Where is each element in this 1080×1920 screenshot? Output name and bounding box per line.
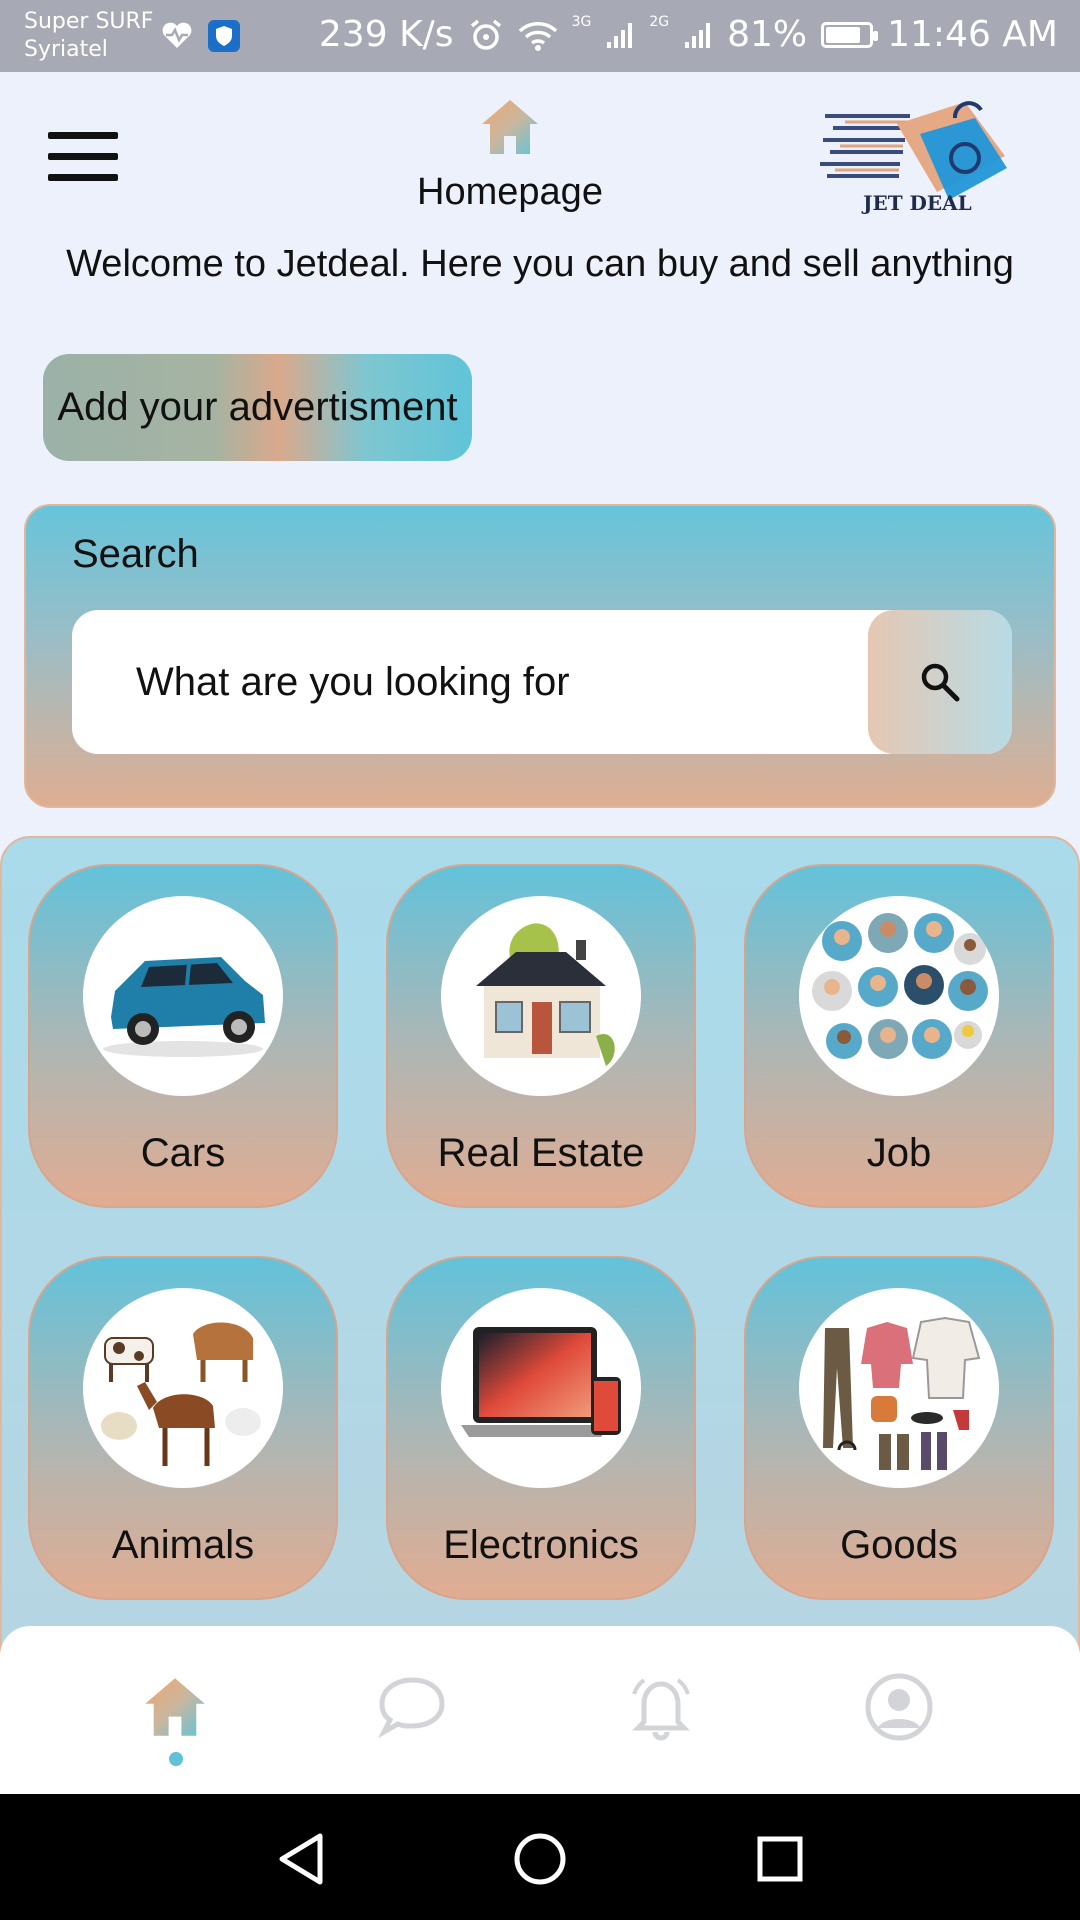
- search-placeholder: What are you looking for: [136, 660, 570, 704]
- health-icon: [162, 22, 192, 48]
- back-button[interactable]: [266, 1824, 336, 1894]
- category-name: Electronics: [443, 1523, 639, 1567]
- category-electronics[interactable]: Electronics: [386, 1256, 696, 1600]
- search-input[interactable]: What are you looking for: [72, 610, 1012, 754]
- home-button[interactable]: [505, 1824, 575, 1894]
- bottom-navigation: [0, 1626, 1080, 1794]
- nav-home[interactable]: [130, 1662, 220, 1752]
- status-bar: Super SURF Syriatel 239 K/s 3G 2G 81% 11…: [0, 0, 1080, 72]
- category-name: Job: [866, 1131, 932, 1175]
- signal-icon-2: [685, 22, 711, 48]
- alarm-icon: [470, 19, 501, 50]
- category-animals[interactable]: Animals: [28, 1256, 338, 1600]
- menu-button[interactable]: [48, 132, 118, 182]
- back-icon: [279, 1833, 323, 1885]
- welcome-text: Welcome to Jetdeal. Here you can buy and…: [66, 243, 1014, 285]
- home-icon: [145, 1678, 205, 1736]
- menu-bar: [48, 153, 118, 160]
- menu-bar: [48, 174, 118, 181]
- search-icon: [921, 663, 960, 702]
- search-label: Search: [72, 532, 199, 576]
- battery-percent: 81%: [727, 14, 808, 55]
- square-recents-icon: [757, 1836, 803, 1882]
- jetdeal-logo: JET DEAL: [815, 96, 1015, 221]
- clothing-image: [799, 1288, 999, 1488]
- search-button[interactable]: [868, 610, 1012, 754]
- wifi-icon: [518, 21, 557, 51]
- battery-icon: [821, 21, 879, 48]
- recents-button[interactable]: [745, 1824, 815, 1894]
- nav-notifications[interactable]: [616, 1662, 706, 1752]
- search-card: Search What are you looking for: [24, 504, 1056, 808]
- chat-icon: [378, 1677, 445, 1738]
- category-cars[interactable]: Cars: [28, 864, 338, 1208]
- battery-fill: [826, 26, 860, 43]
- carrier-line-1: Super SURF: [24, 9, 154, 34]
- network-speed: 239 K/s: [318, 14, 454, 55]
- category-real-estate[interactable]: Real Estate: [386, 864, 696, 1208]
- status-right: 239 K/s 3G 2G 81% 11:46 AM: [319, 14, 1058, 55]
- home-icon: [482, 100, 538, 154]
- circle-home-icon: [514, 1833, 566, 1885]
- category-name: Real Estate: [437, 1131, 645, 1175]
- people-image: [799, 896, 999, 1096]
- category-name: Animals: [111, 1523, 255, 1567]
- menu-bar: [48, 132, 118, 139]
- page-header: Homepage: [380, 96, 640, 214]
- carrier-info: Super SURF Syriatel: [24, 8, 153, 64]
- page-title: Homepage: [417, 171, 603, 213]
- car-image: [83, 896, 283, 1096]
- network-type-1: 3G: [571, 14, 592, 30]
- nav-profile[interactable]: [854, 1662, 944, 1752]
- add-advertisement-button[interactable]: Add your advertisment: [43, 354, 472, 461]
- logo-text: JET DEAL: [861, 191, 972, 215]
- signal-icon-1: [607, 22, 633, 48]
- active-indicator: [169, 1752, 183, 1766]
- category-name: Cars: [140, 1131, 226, 1175]
- category-name: Goods: [840, 1523, 958, 1567]
- bell-icon: [631, 1678, 691, 1741]
- clock: 11:46 AM: [887, 14, 1058, 55]
- carrier-line-2: Syriatel: [24, 37, 108, 62]
- profile-icon: [865, 1673, 933, 1741]
- shield-icon: [208, 20, 240, 52]
- nav-chat[interactable]: [368, 1662, 458, 1752]
- system-navigation-bar: [0, 1794, 1080, 1920]
- house-image: [441, 896, 641, 1096]
- network-type-2: 2G: [649, 14, 670, 30]
- status-icons: [160, 20, 240, 52]
- category-job[interactable]: Job: [744, 864, 1054, 1208]
- animals-image: [83, 1288, 283, 1488]
- laptop-image: [441, 1288, 641, 1488]
- category-goods[interactable]: Goods: [744, 1256, 1054, 1600]
